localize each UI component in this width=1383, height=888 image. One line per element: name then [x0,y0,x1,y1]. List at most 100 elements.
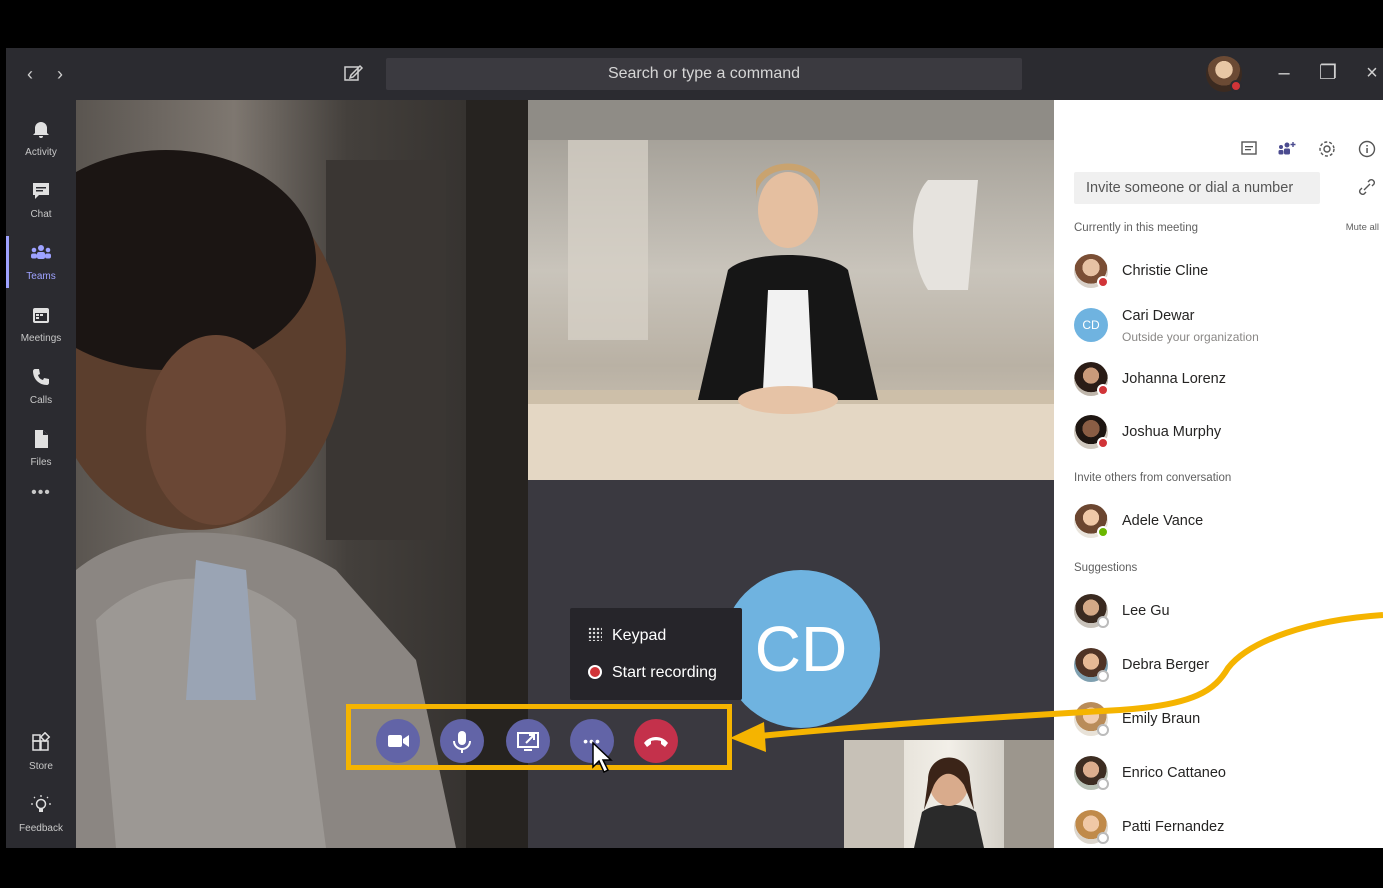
current-meeting-heading: Currently in this meeting [1074,222,1198,234]
participant-name: Christie Cline [1122,263,1209,279]
phone-icon [33,369,49,385]
share-screen-icon [517,732,539,751]
rail-label: Meetings [20,333,62,344]
status-badge [1097,616,1109,628]
chat-icon [33,183,49,199]
participant-row[interactable]: Christie Cline [1074,252,1374,292]
file-icon [35,430,48,448]
participant-name: Cari Dewar [1122,308,1195,324]
rail-label: Store [29,761,53,772]
suggestion-row[interactable]: Enrico Cattaneo [1074,754,1374,794]
presenter-video [528,100,1054,480]
video-camera-icon [388,735,409,747]
rail-item-feedback[interactable]: Feedback [6,784,76,844]
hang-up-button[interactable] [634,719,678,763]
calendar-icon [33,308,49,323]
call-more-menu: Keypad Start recording [570,608,742,700]
status-badge [1097,384,1109,396]
teams-icon [31,245,51,259]
participant-name: Debra Berger [1122,657,1210,673]
show-participants-icon[interactable] [1276,138,1298,160]
rail-item-files[interactable]: Files [6,418,76,478]
participant-subtitle: Outside your organization [1122,330,1259,344]
rail-item-teams[interactable]: Teams [6,232,76,292]
suggestions-heading: Suggestions [1074,562,1138,574]
compose-icon[interactable] [342,62,364,84]
close-icon[interactable]: × [1360,62,1383,86]
letterbox-bottom [0,848,1383,888]
status-badge [1097,276,1109,288]
app-rail: Activity Chat Teams Meetings Calls Files… [6,100,76,848]
teams-app-window: ‹ › Search or type a command – ❐ × Activ… [0,48,1383,848]
rail-label: Calls [29,395,53,406]
suggestion-row[interactable]: Debra Berger [1074,646,1374,686]
participant-row[interactable]: Adele Vance [1074,502,1374,542]
status-badge [1097,724,1109,736]
user-status-badge [1230,80,1242,92]
participant-name: Adele Vance [1122,513,1204,529]
participant-initials-avatar: CD [722,570,880,728]
video-tile-self-view [844,740,1054,848]
participant-row[interactable]: CD Cari Dewar Outside your organization [1074,306,1374,346]
camera-toggle-button[interactable] [376,719,420,763]
rail-item-store[interactable]: Store [6,722,76,782]
participant-row[interactable]: Johanna Lorenz [1074,360,1374,400]
rail-label: Activity [25,147,57,158]
participant-name: Joshua Murphy [1122,424,1222,440]
suggestion-row[interactable]: Patti Fernandez [1074,808,1374,848]
store-icon [32,732,51,751]
rail-item-chat[interactable]: Chat [6,170,76,230]
record-icon [588,665,602,679]
menu-item-label: Keypad [612,627,667,644]
hang-up-icon [644,737,668,747]
menu-item-start-recording[interactable]: Start recording [588,659,717,687]
keypad-icon [588,627,602,641]
link-icon[interactable] [1356,176,1378,198]
microphone-toggle-button[interactable] [440,719,484,763]
info-icon[interactable] [1356,138,1378,160]
rail-label: Feedback [19,823,63,834]
mute-all-link[interactable]: Mute all [1346,222,1379,233]
share-screen-button[interactable] [506,719,550,763]
letterbox-top [0,0,1383,48]
title-bar: ‹ › Search or type a command – ❐ × [6,48,1383,100]
gear-icon[interactable] [1316,138,1338,160]
forward-arrow-icon[interactable]: › [50,64,70,84]
participant-name: Emily Braun [1122,711,1201,727]
microphone-icon [453,731,471,753]
rail-label: Files [30,457,52,468]
suggestion-row[interactable]: Lee Gu [1074,592,1374,632]
menu-item-label: Start recording [612,664,717,681]
status-badge [1097,778,1109,790]
rail-label: Chat [30,209,52,220]
invite-input[interactable]: Invite someone or dial a number [1074,172,1320,204]
mouse-cursor-icon [592,741,613,774]
participant-name: Enrico Cattaneo [1122,765,1226,781]
status-badge [1097,526,1109,538]
rail-more-icon[interactable]: ••• [6,484,76,514]
rail-label: Teams [26,271,56,282]
self-view-video [844,740,1054,848]
suggestion-row[interactable]: Emily Braun [1074,700,1374,740]
maximize-icon[interactable]: ❐ [1316,62,1340,86]
status-badge [1097,832,1109,844]
status-badge [1097,437,1109,449]
menu-item-keypad[interactable]: Keypad [588,622,666,650]
participants-panel: Invite someone or dial a number Currentl… [1054,100,1383,848]
minimize-icon[interactable]: – [1272,62,1296,86]
chat-bubble-icon[interactable] [1238,138,1260,160]
back-arrow-icon[interactable]: ‹ [20,64,40,84]
avatar: CD [1074,308,1108,342]
participant-name: Patti Fernandez [1122,819,1225,835]
participant-name: Lee Gu [1122,603,1170,619]
rail-item-activity[interactable]: Activity [6,108,76,168]
rail-item-calls[interactable]: Calls [6,356,76,416]
search-input[interactable]: Search or type a command [386,58,1022,90]
rail-item-meetings[interactable]: Meetings [6,294,76,354]
lightbulb-icon [31,795,51,812]
status-badge [1097,670,1109,682]
video-tile-presenter [528,100,1054,480]
participant-name: Johanna Lorenz [1122,371,1226,387]
invite-others-heading: Invite others from conversation [1074,472,1232,484]
participant-row[interactable]: Joshua Murphy [1074,413,1374,453]
